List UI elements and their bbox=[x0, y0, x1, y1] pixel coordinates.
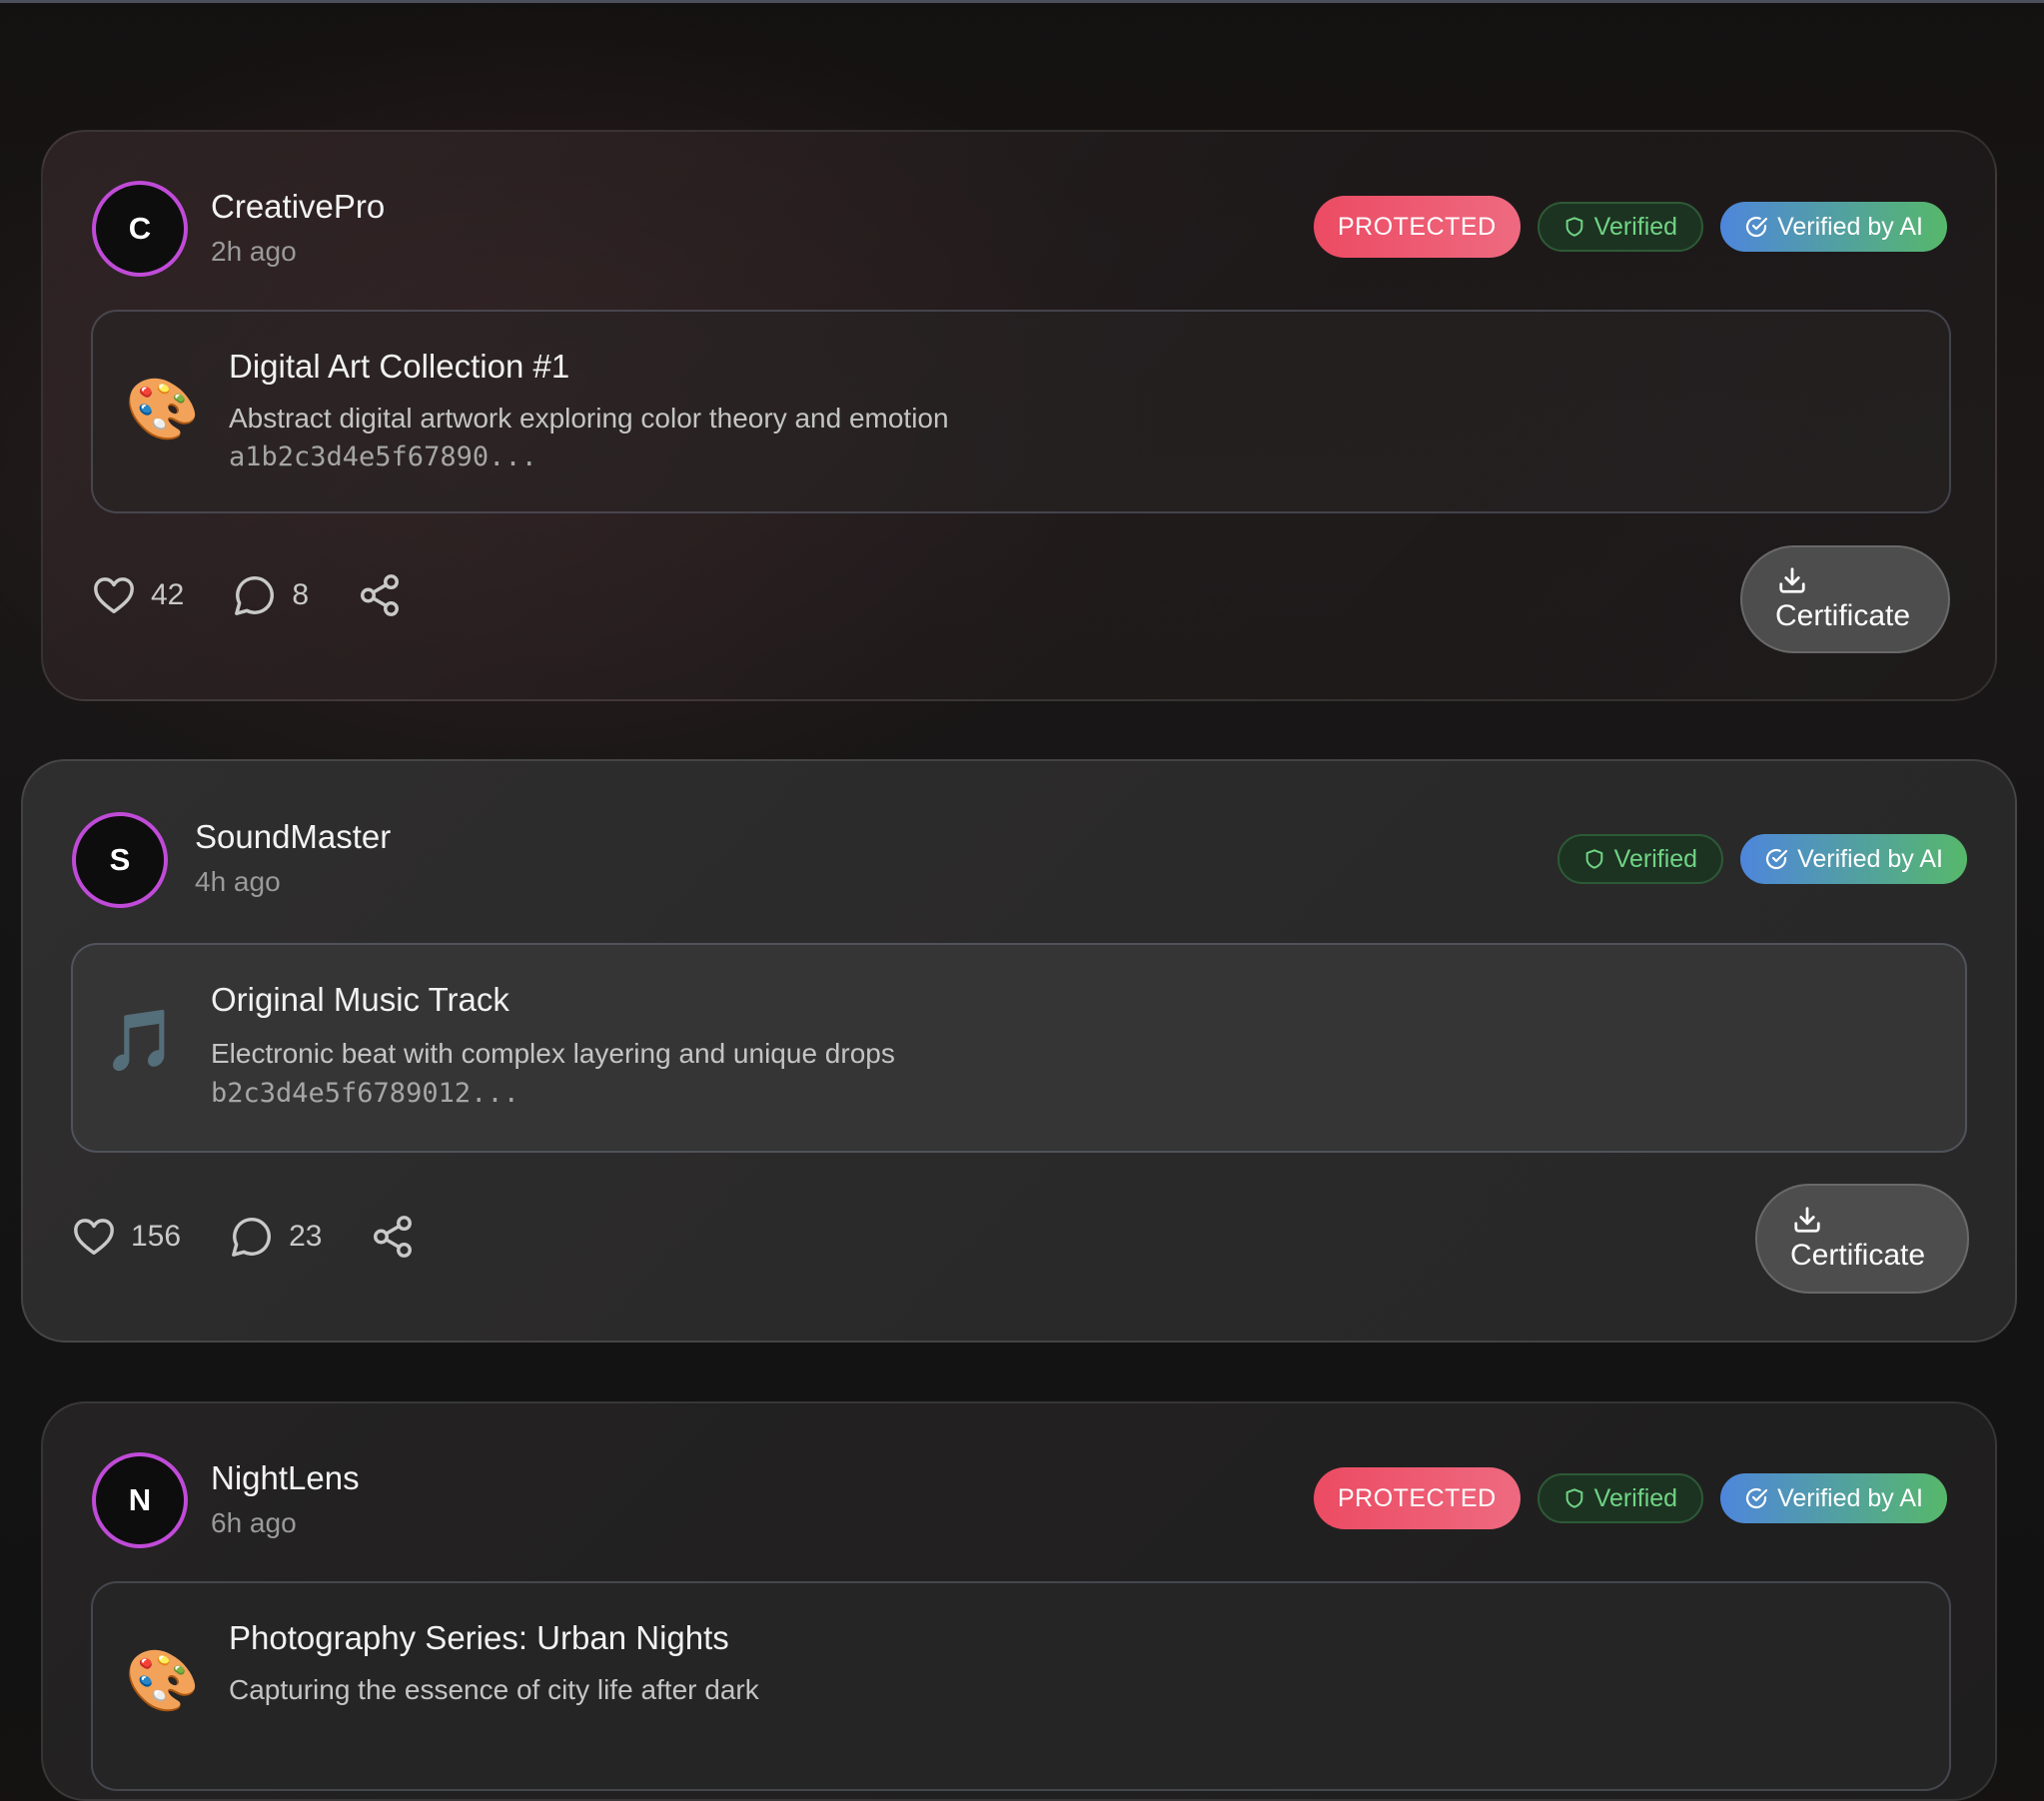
content-description: Capturing the essence of city life after… bbox=[229, 1674, 759, 1705]
post-card: N NightLens 6h ago PROTECTED Verified Ve… bbox=[41, 1401, 1997, 1801]
music-notes-icon: 🎵 bbox=[103, 1006, 178, 1076]
post-card: C CreativePro 2h ago PROTECTED Verified … bbox=[41, 130, 1997, 701]
comment-button[interactable]: 8 bbox=[232, 572, 309, 618]
verified-badge-label: Verified bbox=[1613, 844, 1698, 873]
avatar[interactable]: N bbox=[92, 1452, 188, 1548]
content-title: Original Music Track bbox=[211, 981, 510, 1018]
like-count: 42 bbox=[151, 578, 185, 611]
heart-icon bbox=[94, 577, 134, 614]
shield-icon bbox=[1585, 849, 1603, 869]
post-card: S SoundMaster 4h ago Verified Verified b… bbox=[21, 759, 2017, 1343]
protected-badge: PROTECTED bbox=[1313, 196, 1521, 258]
verified-badge: Verified bbox=[1556, 834, 1724, 884]
certificate-label: Certificate bbox=[1775, 599, 1911, 632]
comment-count: 23 bbox=[289, 1220, 323, 1253]
content-title: Photography Series: Urban Nights bbox=[229, 1619, 729, 1656]
ai-verified-badge-label: Verified by AI bbox=[1777, 212, 1923, 241]
badge-group: Verified Verified by AI bbox=[1556, 834, 1967, 884]
protected-badge-label: PROTECTED bbox=[1337, 212, 1497, 241]
ai-verified-badge-label: Verified by AI bbox=[1797, 844, 1943, 873]
badge-group: PROTECTED Verified Verified by AI bbox=[1313, 1467, 1947, 1529]
certificate-button[interactable]: Certificate bbox=[1740, 545, 1950, 653]
shield-icon bbox=[1565, 1488, 1583, 1508]
shield-icon bbox=[1565, 217, 1583, 237]
ai-verified-badge: Verified by AI bbox=[1740, 834, 1967, 884]
content-preview[interactable]: 🎨 Digital Art Collection #1 Abstract dig… bbox=[91, 310, 1951, 513]
download-icon bbox=[1794, 1207, 1820, 1233]
comment-icon bbox=[232, 1218, 271, 1257]
verified-badge: Verified bbox=[1536, 202, 1704, 252]
palette-icon: 🎨 bbox=[125, 375, 200, 445]
content-hash: a1b2c3d4e5f67890... bbox=[229, 442, 537, 472]
protected-badge: PROTECTED bbox=[1313, 1467, 1521, 1529]
download-icon bbox=[1779, 567, 1805, 593]
content-preview[interactable]: 🎨 Photography Series: Urban Nights Captu… bbox=[91, 1581, 1951, 1791]
username[interactable]: CreativePro bbox=[211, 188, 385, 226]
heart-icon bbox=[74, 1219, 114, 1256]
post-time: 4h ago bbox=[195, 866, 281, 897]
post-time: 2h ago bbox=[211, 236, 297, 267]
post-time: 6h ago bbox=[211, 1507, 297, 1538]
share-button[interactable] bbox=[357, 572, 403, 618]
like-button[interactable]: 156 bbox=[71, 1214, 181, 1260]
comment-icon bbox=[235, 576, 275, 615]
palette-icon: 🎨 bbox=[125, 1646, 200, 1716]
avatar[interactable]: C bbox=[92, 181, 188, 277]
content-preview[interactable]: 🎵 Original Music Track Electronic beat w… bbox=[71, 943, 1967, 1153]
check-circle-icon bbox=[1746, 216, 1768, 238]
ai-verified-badge: Verified by AI bbox=[1720, 202, 1947, 252]
protected-badge-label: PROTECTED bbox=[1337, 1483, 1497, 1512]
content-title: Digital Art Collection #1 bbox=[229, 348, 570, 385]
like-count: 156 bbox=[131, 1220, 182, 1253]
comment-count: 8 bbox=[292, 578, 310, 611]
badge-group: PROTECTED Verified Verified by AI bbox=[1313, 196, 1947, 258]
certificate-label: Certificate bbox=[1790, 1239, 1926, 1272]
username[interactable]: SoundMaster bbox=[195, 818, 391, 856]
content-hash: b2c3d4e5f6789012... bbox=[211, 1078, 519, 1109]
comment-button[interactable]: 23 bbox=[229, 1214, 322, 1260]
top-divider bbox=[0, 0, 2044, 3]
share-icon bbox=[374, 1216, 413, 1258]
certificate-button[interactable]: Certificate bbox=[1755, 1184, 1969, 1294]
action-bar: 156 23 bbox=[71, 1214, 416, 1260]
check-circle-icon bbox=[1746, 1487, 1768, 1509]
avatar[interactable]: S bbox=[72, 812, 168, 908]
action-bar: 42 8 bbox=[91, 572, 403, 618]
check-circle-icon bbox=[1766, 848, 1788, 870]
verified-badge-label: Verified bbox=[1593, 212, 1678, 241]
verified-badge-label: Verified bbox=[1593, 1483, 1678, 1512]
share-button[interactable] bbox=[370, 1214, 416, 1260]
share-icon bbox=[361, 574, 400, 616]
ai-verified-badge: Verified by AI bbox=[1720, 1473, 1947, 1523]
verified-badge: Verified bbox=[1536, 1473, 1704, 1523]
content-description: Electronic beat with complex layering an… bbox=[211, 1038, 895, 1069]
content-description: Abstract digital artwork exploring color… bbox=[229, 403, 949, 434]
like-button[interactable]: 42 bbox=[91, 572, 184, 618]
ai-verified-badge-label: Verified by AI bbox=[1777, 1483, 1923, 1512]
username[interactable]: NightLens bbox=[211, 1459, 360, 1497]
